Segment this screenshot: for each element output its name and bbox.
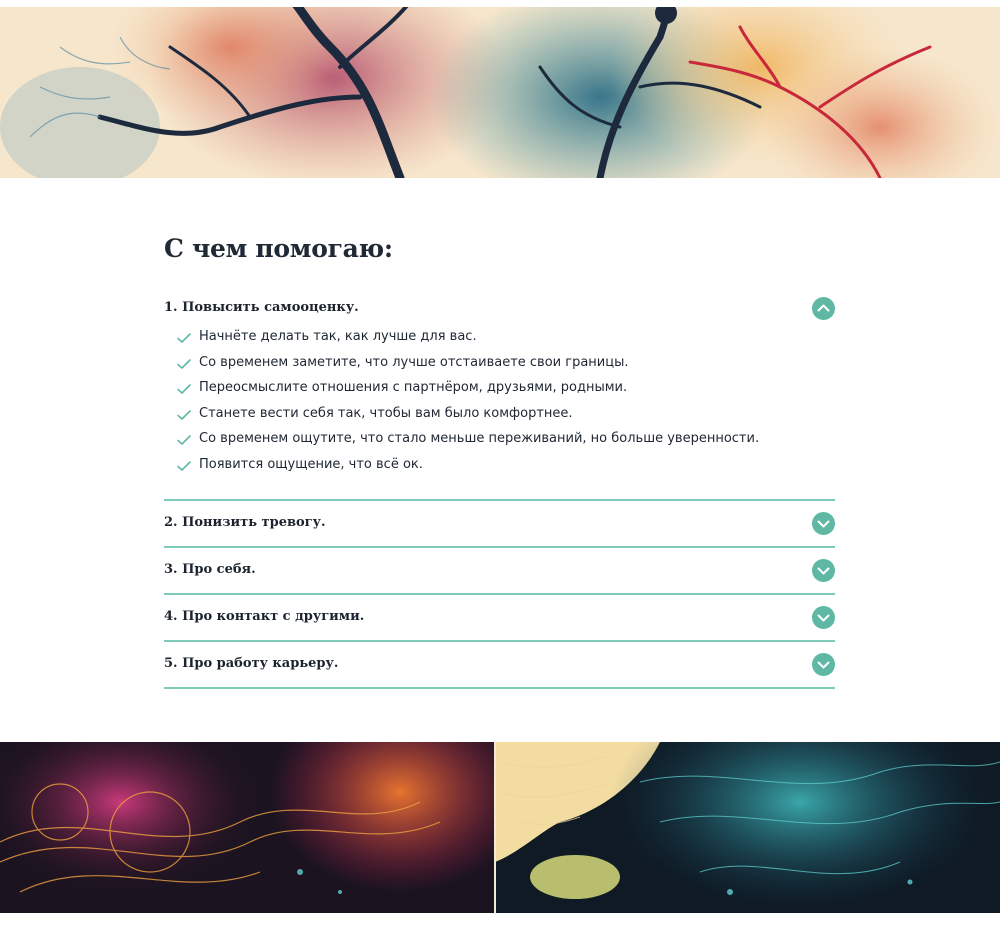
list-item: Появится ощущение, что всё ок. [177,456,835,482]
check-icon [177,461,191,471]
accordion-title: 3. Про себя. [164,561,256,577]
check-icon [177,409,191,420]
chevron-down-icon[interactable] [812,558,835,582]
accordion-header[interactable]: 4. Про контакт с другими. [164,595,835,640]
list-item: Переосмыслите отношения с партнёром, дру… [177,379,835,405]
list-item-text: Со временем ощутите, что стало меньше пе… [199,431,760,447]
accordion-item-contact: 4. Про контакт с другими. [164,595,835,642]
accordion-title: 2. Понизить тревогу. [164,514,326,530]
list-item: Станете вести себя так, чтобы вам было к… [177,405,835,431]
check-icon [177,435,191,446]
list-item: Со временем заметите, что лучше отстаива… [177,354,835,380]
accordion-header[interactable]: 3. Про себя. [164,548,835,593]
chevron-down-icon[interactable] [812,652,835,676]
accordion-header[interactable]: 5. Про работу карьеру. [164,642,835,687]
list-item-text: Со временем заметите, что лучше отстаива… [199,354,629,370]
accordion-body: Начнёте делать так, как лучше для вас. С… [164,322,835,499]
chevron-down-icon[interactable] [812,605,835,629]
accordion-item-self-esteem: 1. Повысить самооценку. Начнёте делать т… [164,286,835,501]
chevron-up-icon[interactable] [812,297,835,320]
list-item-text: Станете вести себя так, чтобы вам было к… [199,405,573,421]
list-item-text: Переосмыслите отношения с партнёром, дру… [199,380,628,396]
accordion-item-anxiety: 2. Понизить тревогу. [164,501,835,548]
bottom-banner-image [0,742,1000,913]
check-icon [177,333,191,343]
accordion-item-career: 5. Про работу карьеру. [164,642,835,689]
accordion-header[interactable]: 2. Понизить тревогу. [164,501,835,546]
page-title: С чем помогаю: [164,234,393,263]
top-banner-image [0,7,1000,178]
check-icon [177,384,191,394]
accordion-title: 4. Про контакт с другими. [164,608,365,624]
list-item: Начнёте делать так, как лучше для вас. [177,328,835,354]
accordion-title: 5. Про работу карьеру. [164,655,339,671]
list-item-text: Начнёте делать так, как лучше для вас. [199,329,477,344]
chevron-down-icon[interactable] [812,511,835,535]
accordion-title: 1. Повысить самооценку. [164,300,359,315]
list-item: Со временем ощутите, что стало меньше пе… [177,430,835,456]
list-item-text: Появится ощущение, что всё ок. [199,456,423,472]
check-icon [177,358,191,369]
accordion-item-self: 3. Про себя. [164,548,835,595]
help-accordion: 1. Повысить самооценку. Начнёте делать т… [164,286,835,689]
accordion-header[interactable]: 1. Повысить самооценку. [164,286,835,322]
